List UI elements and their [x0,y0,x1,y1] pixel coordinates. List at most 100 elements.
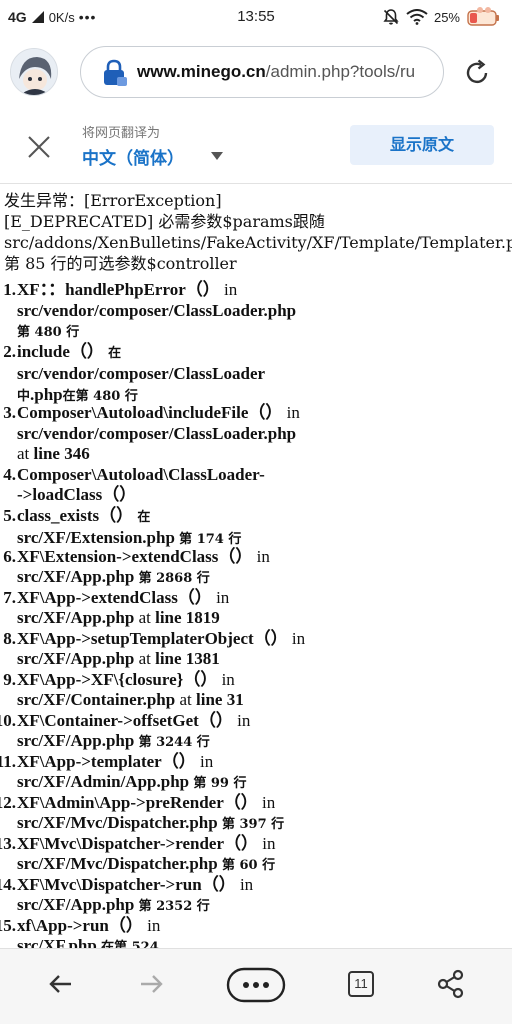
no-bell-icon [383,9,399,25]
stack-frame-line: src/vendor/composer/ClassLoader [0,364,512,385]
stack-frame-text: XF\App->XF\{closure}（） [17,669,222,689]
stack-frame-text: in [147,915,161,935]
stack-frame-text: src/XF/Container.php [17,690,180,709]
show-original-button[interactable]: 显示原文 [350,125,494,165]
stack-frame-text: class_exists（） [17,505,138,525]
menu-dots-icon[interactable] [226,967,286,1003]
stack-frame-number: 4. [3,464,16,484]
stack-frame-line: XF\App->templater（） in [0,752,512,773]
forward-icon[interactable] [136,969,166,999]
stack-frame-number: 8. [3,628,16,648]
stack-frame: 11.XF\App->templater（） insrc/XF/Admin/Ap… [0,752,512,795]
stack-frame-line: 第 480 行 [0,321,512,344]
stack-frame-line: src/XF/App.php 第 2868 行 [0,567,512,590]
reload-icon[interactable] [462,58,492,88]
close-icon[interactable] [24,132,54,162]
stack-frame-line: at line 346 [0,444,512,465]
stack-frame-line: src/XF/App.php 第 3244 行 [0,731,512,754]
stack-frame-text: 第 60 行 [221,858,276,873]
translate-caption: 将网页翻译为 [82,126,161,141]
stack-frame-line: class_exists（） 在 [0,506,512,529]
stack-frame-line: Composer\Autoload\includeFile（） in [0,403,512,424]
status-bar: 4G 0K/s ••• 13:55 25% [0,0,512,36]
stack-frame-line: XF：：handlePhpError（） in [0,280,512,301]
stack-frame-line: src/XF/App.php at line 1819 [0,608,512,629]
stack-frame-line: XF\App->setupTemplaterObject（） in [0,629,512,650]
stack-frame-text: 在第 524 [101,940,159,948]
stack-frame-text: Composer\Autoload\ClassLoader- [17,464,265,484]
stack-frame-text: XF\App->extendClass（） [17,587,217,607]
stack-frame-text: at [138,649,151,668]
stack-frame-text: XF\App->setupTemplaterObject（） [17,628,292,648]
dropdown-caret-icon[interactable] [211,152,223,160]
stack-frame-text: src/XF/App.php [17,567,139,586]
tabs-icon[interactable]: 11 [348,971,374,997]
wifi-icon [406,9,428,25]
stack-frame: 1. XF：：handlePhpError（） in src/vendor/comp… [0,280,512,344]
stack-frame-text: XF\App->templater（） [17,751,200,771]
stack-frame-text: src/vendor/composer/ClassLoader.php [17,423,297,443]
stack-frame-line: Composer\Autoload\ClassLoader- [0,465,512,486]
stack-frame-number: 9. [3,669,16,689]
url-text[interactable]: www.minego.cn/admin.php?tools/ru [137,62,415,82]
stack-frame-number: 2. [3,341,16,361]
stack-frame-line: XF\App->XF\{closure}（） in [0,670,512,691]
stack-frame-line: src/XF/Admin/App.php 第 99 行 [0,772,512,795]
stack-frame-line: src/vendor/composer/ClassLoader.php [0,301,512,322]
stack-frame: 8. XF\App->setupTemplaterObject（） in src/X… [0,629,512,670]
stack-frame-line: XF\Mvc\Dispatcher->run（） in [0,875,512,896]
bottom-navigation: 11 [0,948,512,1024]
stack-frame-number: 15. [0,915,16,935]
stack-frame-text: XF\Admin\App->preRender（） [17,792,263,812]
lock-icon[interactable] [101,59,127,87]
stack-frame-text: in [256,546,270,566]
stack-frame-text: in [221,669,235,689]
stack-frame: 14.XF\Mvc\Dispatcher->run（） insrc/XF/App… [0,875,512,918]
target-language-select[interactable]: 中文（简体） [82,144,184,169]
stack-frame-number: 14. [0,874,16,894]
stack-frame-text: at [138,608,151,627]
stack-frame: 2. include（） 在 src/vendor/composer/ClassLo… [0,342,512,408]
avatar[interactable] [10,48,58,96]
stack-frame-text: in [262,833,276,853]
stack-frame-text: line 1381 [150,649,220,668]
stack-frame-number: 10. [0,710,16,730]
stack-frame-text: 第 480 行 [17,325,80,340]
stack-frame-number: 1. [3,280,16,299]
stack-frame-number: 11. [0,751,16,771]
stack-frame-text: in [224,280,238,299]
stack-frame: 15.xf\App->run（） in src/XF.php 在第 524 [0,916,512,949]
stack-frame-text: src/XF/App.php [17,895,139,914]
stack-frame-text: src/XF/App.php [17,649,139,668]
stack-frame-text: in [199,751,214,771]
stack-frame-text: src/vendor/composer/ClassLoader [17,364,266,383]
stack-frame-text: in [237,710,251,730]
stack-frame: 3. Composer\Autoload\includeFile（） in src/… [0,403,512,465]
url-field[interactable]: www.minego.cn/admin.php?tools/ru [80,46,444,98]
stack-frame-text: XF：：handlePhpError（） [17,280,225,299]
stack-frame-text: .php [30,384,63,404]
stack-frame-line: src/XF/App.php at line 1381 [0,649,512,670]
stack-frame-text: xf\App->run（） [17,915,148,935]
stack-frame-text: line 1819 [150,608,220,627]
stack-frame-text: 第 99 行 [193,776,247,791]
stack-frame-number: 7. [3,587,16,607]
stack-frame-line: xf\App->run（） in [0,916,512,937]
stack-frame-text: at [179,690,192,709]
stack-frame-text: XF\Extension->extendClass（） [17,546,257,566]
error-header: 发生异常：[ErrorException] [4,191,222,210]
stack-frame-text: src/XF/App.php [17,731,139,750]
stack-frame-text: XF\Mvc\Dispatcher->run（） [17,874,240,894]
share-icon[interactable] [436,969,466,999]
stack-frame-line: src/XF/Container.php at line 31 [0,690,512,711]
back-icon[interactable] [46,969,76,999]
stack-frame-text: at [17,444,30,463]
stack-frame-line: src/vendor/composer/ClassLoader.php [0,424,512,445]
stack-frame-text: in [216,587,230,607]
address-bar-row: www.minego.cn/admin.php?tools/ru [0,36,512,108]
stack-frame-text: src/XF.php [17,936,102,948]
stack-frame-line: src/XF/Mvc/Dispatcher.php 第 397 行 [0,813,512,836]
stack-frame-text: line 31 [191,690,244,709]
stack-frame-text: 第 3244 行 [138,735,210,750]
stack-frame-text: 在 [137,509,151,525]
